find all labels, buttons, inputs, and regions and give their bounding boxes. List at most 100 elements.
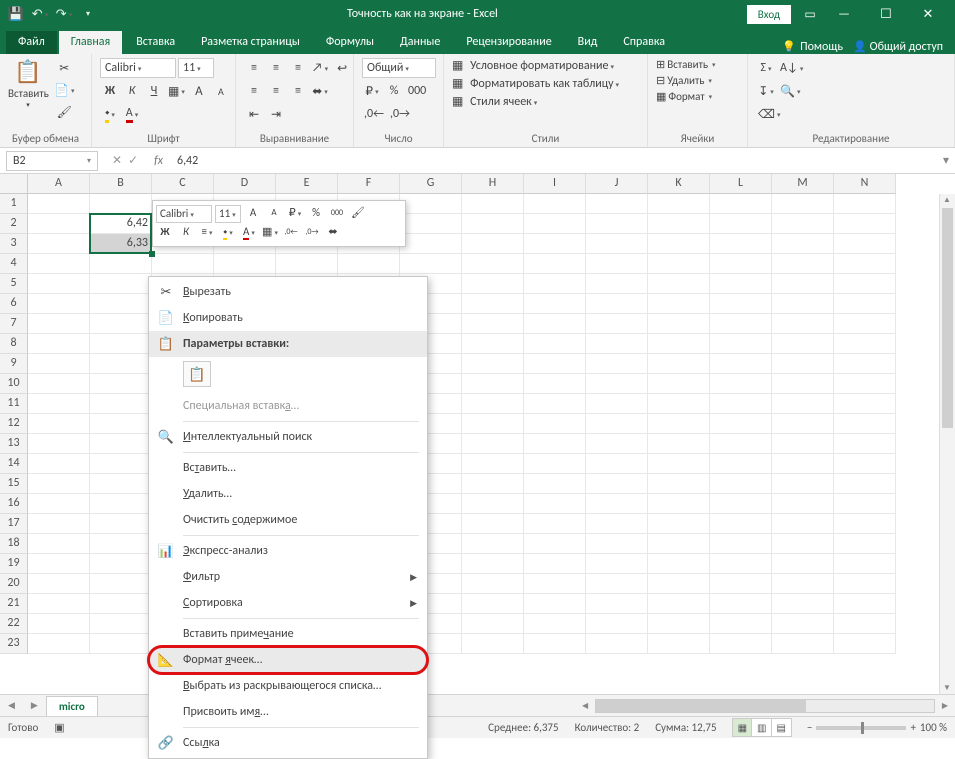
cell[interactable]: [524, 234, 586, 254]
cell[interactable]: [772, 634, 834, 654]
border-button[interactable]: ▦: [166, 81, 187, 101]
cell[interactable]: [710, 494, 772, 514]
row-header[interactable]: 11: [0, 394, 28, 414]
ctx-paste-option[interactable]: 📋: [149, 357, 427, 393]
cell[interactable]: [524, 394, 586, 414]
cell[interactable]: [90, 274, 152, 294]
ctx-insert[interactable]: Вставить…: [149, 455, 427, 481]
cell[interactable]: [648, 254, 710, 274]
cell[interactable]: [586, 514, 648, 534]
cell[interactable]: [648, 274, 710, 294]
underline-button[interactable]: Ч: [144, 81, 164, 101]
fill-color-button[interactable]: ⬩: [100, 104, 120, 124]
cell[interactable]: [834, 194, 896, 214]
row-header[interactable]: 1: [0, 194, 28, 214]
cell[interactable]: [710, 374, 772, 394]
cells-delete-button[interactable]: ⊟ Удалить: [656, 74, 712, 87]
cell[interactable]: [648, 394, 710, 414]
cell[interactable]: [710, 534, 772, 554]
cell[interactable]: [28, 314, 90, 334]
cell[interactable]: [90, 314, 152, 334]
fill-icon[interactable]: ↧: [756, 81, 776, 101]
cell[interactable]: [834, 214, 896, 234]
number-format-select[interactable]: Общий: [362, 58, 436, 78]
cell[interactable]: [648, 334, 710, 354]
cell[interactable]: [834, 394, 896, 414]
col-header[interactable]: H: [462, 174, 524, 194]
cell[interactable]: [462, 414, 524, 434]
row-headers[interactable]: 1234567891011121314151617181920212223: [0, 194, 28, 654]
cell[interactable]: [648, 374, 710, 394]
cell[interactable]: [710, 214, 772, 234]
cell[interactable]: [586, 494, 648, 514]
cell[interactable]: [772, 594, 834, 614]
cell[interactable]: [648, 414, 710, 434]
cell[interactable]: [28, 474, 90, 494]
cell[interactable]: [834, 514, 896, 534]
row-header[interactable]: 3: [0, 234, 28, 254]
orientation-icon[interactable]: ↗: [310, 58, 330, 78]
clear-icon[interactable]: ⌫: [756, 104, 782, 124]
tab-view[interactable]: Вид: [566, 31, 610, 54]
col-header[interactable]: N: [834, 174, 896, 194]
mini-fill-color-icon[interactable]: ⬩: [219, 224, 237, 242]
format-painter-icon[interactable]: 🖌: [52, 102, 76, 122]
tab-insert[interactable]: Вставка: [124, 31, 187, 54]
cell[interactable]: [772, 514, 834, 534]
ctx-sort[interactable]: Сортировка▶: [149, 590, 427, 616]
col-header[interactable]: E: [276, 174, 338, 194]
cell[interactable]: [462, 254, 524, 274]
cut-icon[interactable]: ✂: [52, 58, 76, 78]
row-header[interactable]: 8: [0, 334, 28, 354]
cell[interactable]: [772, 274, 834, 294]
cell[interactable]: [28, 334, 90, 354]
qat-customize-icon[interactable]: ▾: [78, 4, 98, 24]
cell[interactable]: [772, 214, 834, 234]
cell[interactable]: [586, 254, 648, 274]
cell[interactable]: [462, 514, 524, 534]
mini-percent-icon[interactable]: %: [307, 205, 325, 223]
cell[interactable]: [28, 554, 90, 574]
mini-border-icon[interactable]: ▦: [261, 224, 279, 242]
format-table-button[interactable]: Форматировать как таблицу: [470, 77, 619, 91]
cell[interactable]: [400, 254, 462, 274]
cell[interactable]: [648, 294, 710, 314]
cell[interactable]: [28, 634, 90, 654]
cell[interactable]: [90, 594, 152, 614]
col-header[interactable]: I: [524, 174, 586, 194]
hscroll-thumb[interactable]: [596, 700, 806, 712]
cell[interactable]: [462, 494, 524, 514]
align-right-icon[interactable]: ≡: [288, 81, 308, 101]
cell[interactable]: [524, 494, 586, 514]
ctx-quick-analysis[interactable]: 📊Экспресс-анализ: [149, 538, 427, 564]
cell[interactable]: [710, 574, 772, 594]
cell[interactable]: [90, 574, 152, 594]
cell[interactable]: [710, 634, 772, 654]
cell[interactable]: [524, 354, 586, 374]
cell[interactable]: [524, 534, 586, 554]
undo-icon[interactable]: ↶: [30, 4, 50, 24]
cancel-input-icon[interactable]: ✕: [112, 153, 122, 168]
cell[interactable]: [834, 614, 896, 634]
cell[interactable]: [834, 334, 896, 354]
row-header[interactable]: 14: [0, 454, 28, 474]
cell[interactable]: [586, 414, 648, 434]
mini-font-size[interactable]: 11: [215, 205, 241, 223]
cell[interactable]: [710, 254, 772, 274]
bold-button[interactable]: Ж: [100, 81, 120, 101]
cell[interactable]: [28, 294, 90, 314]
ctx-cut[interactable]: ✂Вырезать: [149, 279, 427, 305]
cell[interactable]: [710, 594, 772, 614]
share-button[interactable]: Общий доступ: [853, 40, 943, 54]
col-header[interactable]: D: [214, 174, 276, 194]
tab-review[interactable]: Рецензирование: [454, 31, 563, 54]
cell[interactable]: [772, 294, 834, 314]
cell[interactable]: [648, 214, 710, 234]
zoom-slider[interactable]: [816, 726, 906, 730]
cell[interactable]: [28, 434, 90, 454]
accounting-icon[interactable]: ₽: [362, 81, 382, 101]
row-header[interactable]: 20: [0, 574, 28, 594]
cell[interactable]: [524, 614, 586, 634]
mini-font-name[interactable]: Calibri: [156, 205, 212, 223]
cell[interactable]: [586, 234, 648, 254]
